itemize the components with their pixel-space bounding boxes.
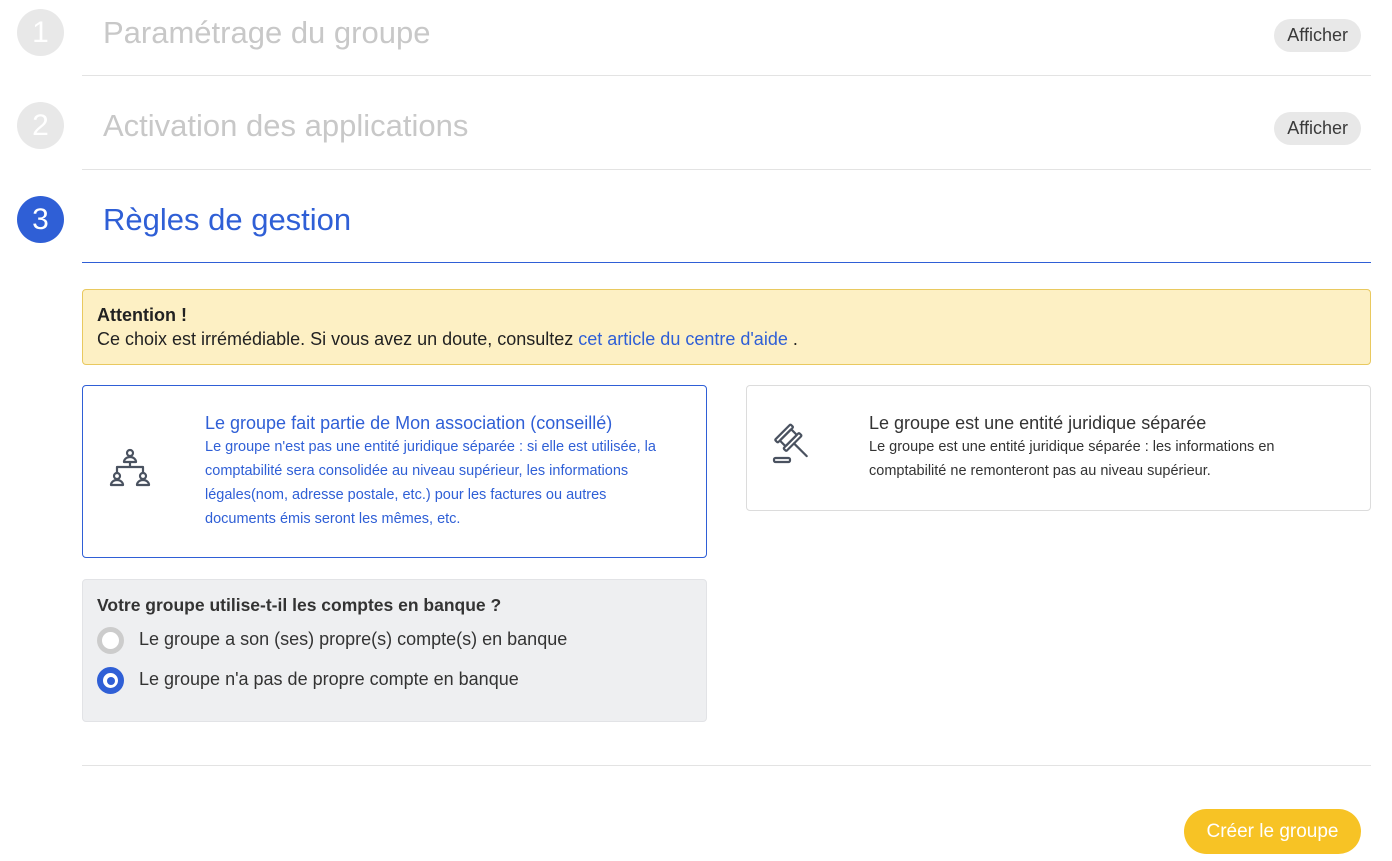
step-number: 3: [17, 196, 64, 243]
option-text: Le groupe fait partie de Mon association…: [205, 411, 675, 531]
option-description: Le groupe n'est pas une entité juridique…: [205, 439, 656, 527]
option-description: Le groupe est une entité juridique sépar…: [869, 439, 1275, 479]
radio-button-checked[interactable]: [97, 667, 124, 694]
radio-label: Le groupe a son (ses) propre(s) compte(s…: [139, 629, 568, 649]
step-number: 1: [17, 9, 64, 56]
org-chart-icon: [107, 446, 153, 497]
option-part-of-association[interactable]: Le groupe fait partie de Mon association…: [82, 385, 707, 558]
radio-label: Le groupe n'a pas de propre compte en ba…: [139, 669, 519, 689]
step-title: Activation des applications: [103, 108, 469, 143]
step-title: Règles de gestion: [103, 202, 352, 237]
step-title: Paramétrage du groupe: [103, 15, 431, 50]
bank-question-label: Votre groupe utilise-t-il les comptes en…: [97, 595, 502, 615]
radio-button[interactable]: [97, 627, 124, 654]
warning-text-after: .: [792, 329, 798, 349]
gavel-icon: [771, 422, 817, 473]
option-text: Le groupe est une entité juridique sépar…: [869, 411, 1339, 483]
help-article-link[interactable]: cet article du centre d'aide: [578, 329, 788, 349]
option-separate-entity[interactable]: Le groupe est une entité juridique sépar…: [746, 385, 1371, 511]
step-activation[interactable]: 2 Activation des applications Afficher: [0, 102, 1392, 162]
show-step-2-button[interactable]: Afficher: [1274, 112, 1361, 145]
warning-text-before: Ce choix est irrémédiable. Si vous avez …: [97, 329, 574, 349]
create-group-button[interactable]: Créer le groupe: [1184, 809, 1361, 854]
radio-own-accounts[interactable]: Le groupe a son (ses) propre(s) compte(s…: [97, 627, 657, 655]
warning-banner: Attention ! Ce choix est irrémédiable. S…: [82, 289, 1371, 365]
bank-accounts-question: Votre groupe utilise-t-il les comptes en…: [82, 579, 707, 722]
warning-text: Ce choix est irrémédiable. Si vous avez …: [97, 327, 1356, 351]
option-title: Le groupe est une entité juridique sépar…: [869, 413, 1207, 433]
step-number: 2: [17, 102, 64, 149]
warning-title: Attention !: [97, 305, 187, 325]
active-step-divider: [82, 262, 1371, 263]
radio-no-own-account[interactable]: Le groupe n'a pas de propre compte en ba…: [97, 667, 657, 695]
option-title: Le groupe fait partie de Mon association…: [205, 413, 613, 433]
step-regles: 3 Règles de gestion: [0, 196, 1392, 256]
divider: [82, 169, 1371, 170]
footer-divider: [82, 765, 1371, 766]
divider: [82, 75, 1371, 76]
group-creation-page: 1 Paramétrage du groupe Afficher 2 Activ…: [0, 0, 1392, 861]
show-step-1-button[interactable]: Afficher: [1274, 19, 1361, 52]
step-parametrage[interactable]: 1 Paramétrage du groupe Afficher: [0, 9, 1392, 69]
